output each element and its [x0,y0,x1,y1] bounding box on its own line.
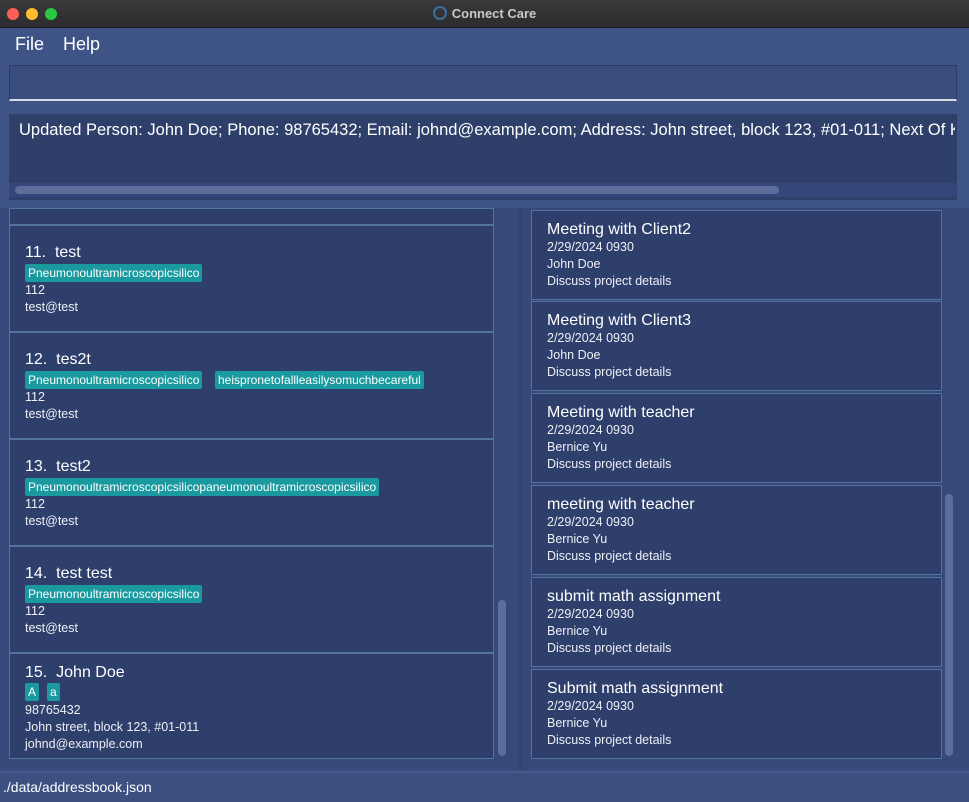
app-logo-icon [432,6,447,20]
person-email: test@test [25,300,78,314]
event-person: Bernice Yu [547,532,608,546]
person-address: John street, block 123, #01-011 [25,720,200,734]
person-phone: 112 [25,497,45,511]
person-card[interactable]: 14. test test Pneumonoultramicroscopicsi… [9,546,494,653]
result-scrollbar-thumb[interactable] [15,186,779,194]
event-list-scrollbar[interactable] [945,494,953,756]
event-datetime: 2/29/2024 0930 [547,607,634,621]
menu-file[interactable]: File [15,34,44,55]
person-index: 13. [25,458,48,475]
event-datetime: 2/29/2024 0930 [547,331,634,345]
person-name: John Doe [56,664,125,681]
event-card[interactable]: submit math assignment 2/29/2024 0930 Be… [531,577,942,667]
event-person: John Doe [547,348,601,362]
person-card[interactable] [9,208,494,225]
window-title-area: Connect Care [0,6,969,21]
title-bar: Connect Care [0,0,969,28]
event-title: submit math assignment [547,588,721,605]
event-card[interactable]: meeting with teacher 2/29/2024 0930 Bern… [531,485,942,575]
result-text: Updated Person: John Doe; Phone: 9876543… [19,121,955,139]
person-index: 11. [25,244,47,261]
person-card[interactable]: 11. test Pneumonoultramicroscopicsilico … [9,225,494,332]
person-name-line: 12. tes2t [25,351,91,369]
event-description: Discuss project details [547,274,672,288]
person-tag: Pneumonoultramicroscopicsilico [25,264,203,282]
person-email: test@test [25,514,78,528]
event-card[interactable]: Meeting with Client3 2/29/2024 0930 John… [531,301,942,391]
window-title: Connect Care [451,6,537,21]
event-person: John Doe [547,257,601,271]
status-bar: ./data/addressbook.json [0,772,969,802]
event-title: Meeting with Client2 [547,221,692,238]
event-description: Discuss project details [547,733,672,747]
event-card[interactable]: Meeting with Client2 2/29/2024 0930 John… [531,210,942,300]
person-index: 12. [25,351,48,368]
result-scrollbar-track[interactable] [9,183,957,197]
person-email: test@test [25,407,78,421]
person-index: 15. [25,664,48,681]
event-title: Submit math assignment [547,680,724,697]
event-title: Meeting with teacher [547,404,695,421]
event-description: Discuss project details [547,549,672,563]
person-name: test [54,244,81,261]
person-tag: heispronetofallleasilysomuchbecareful [215,371,424,389]
person-phone: 98765432 [25,703,81,717]
event-person: Bernice Yu [547,716,608,730]
event-datetime: 2/29/2024 0930 [547,240,634,254]
person-name-line: 14. test test [25,565,112,583]
event-description: Discuss project details [547,457,672,471]
person-phone: 112 [25,390,45,404]
person-list-scrollbar[interactable] [498,600,506,756]
person-name: tes2t [56,351,91,368]
event-description: Discuss project details [547,641,672,655]
person-tag: a [47,683,60,701]
event-person: Bernice Yu [547,624,608,638]
person-card[interactable]: 12. tes2t Pneumonoultramicroscopicsilico… [9,332,494,439]
event-description: Discuss project details [547,365,672,379]
event-card[interactable]: Submit math assignment 2/29/2024 0930 Be… [531,669,942,759]
event-card[interactable]: Meeting with teacher 2/29/2024 0930 Bern… [531,393,942,483]
event-title: meeting with teacher [547,496,695,513]
event-title: Meeting with Client3 [547,312,692,329]
command-input[interactable] [9,65,957,101]
person-tag: Pneumonoultramicroscopicsilico [25,585,203,603]
event-person: Bernice Yu [547,440,608,454]
person-name: test2 [56,458,91,475]
person-card[interactable]: 13. test2 Pneumonoultramicroscopicsilico… [9,439,494,546]
person-name: test test [56,565,113,582]
menu-bar: File Help [0,28,969,60]
event-datetime: 2/29/2024 0930 [547,423,634,437]
person-phone: 112 [25,604,45,618]
person-name-line: 11. test [25,244,81,262]
person-index: 14. [25,565,48,582]
result-display: Updated Person: John Doe; Phone: 9876543… [9,114,957,200]
person-card[interactable]: 15. John Doe A a 98765432 John street, b… [9,653,494,759]
event-datetime: 2/29/2024 0930 [547,515,634,529]
save-location: ./data/addressbook.json [3,779,152,795]
person-tag: Pneumonoultramicroscopicsilicopaneumonou… [25,478,380,496]
event-datetime: 2/29/2024 0930 [547,699,634,713]
menu-help[interactable]: Help [63,34,100,55]
person-email: test@test [25,621,78,635]
person-phone: 112 [25,283,45,297]
person-tag: A [25,683,40,701]
person-name-line: 13. test2 [25,458,91,476]
person-email: johnd@example.com [25,737,143,751]
person-tag: Pneumonoultramicroscopicsilico [25,371,203,389]
person-name-line: 15. John Doe [25,664,125,682]
